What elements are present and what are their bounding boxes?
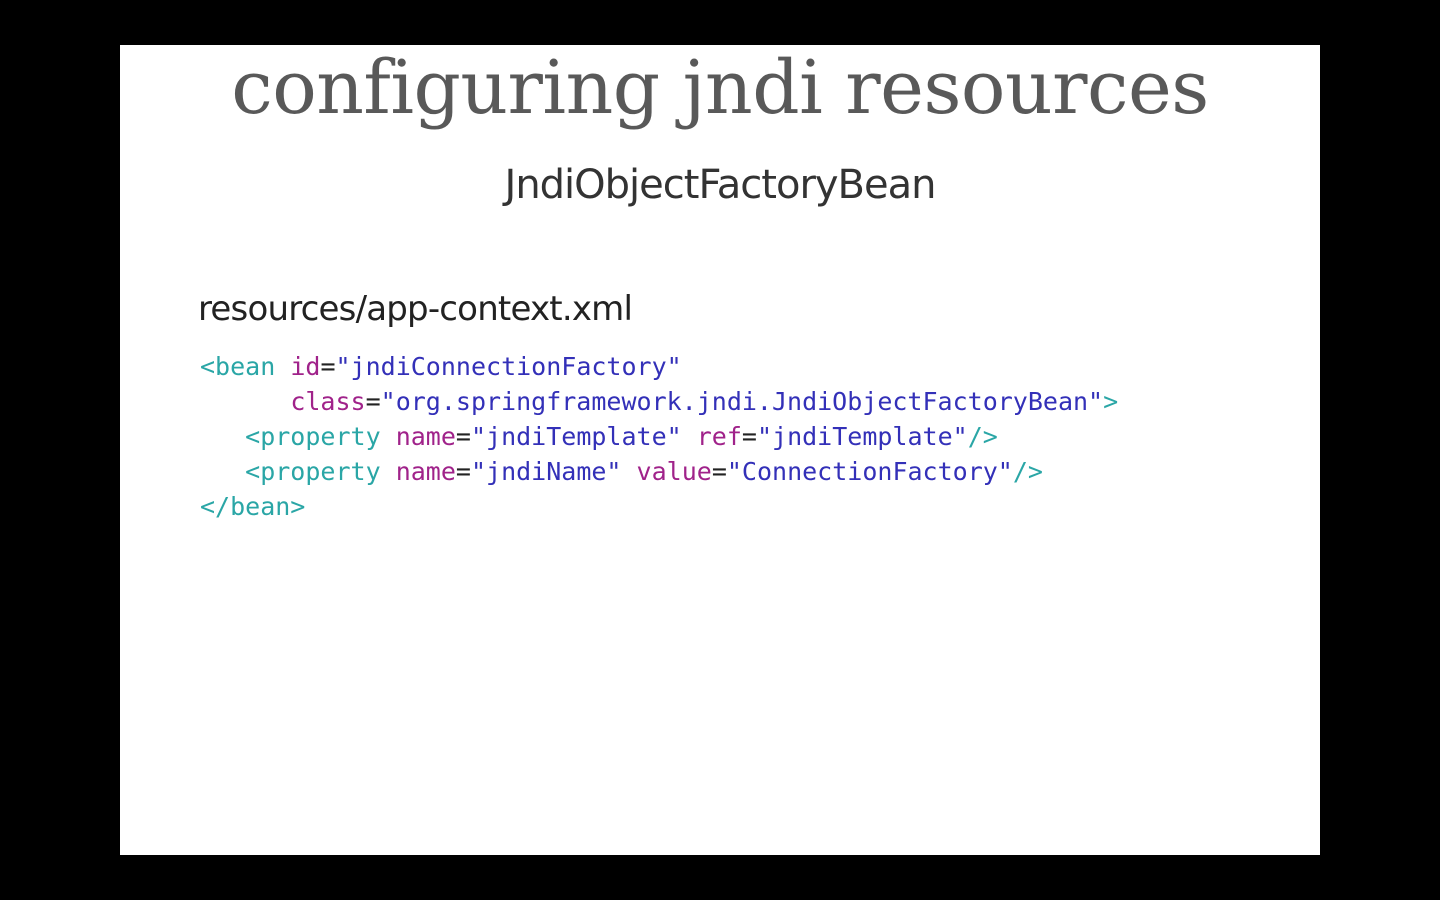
code-string: "ConnectionFactory" <box>726 457 1013 486</box>
code-line-2: class="org.springframework.jndi.JndiObje… <box>200 384 1118 419</box>
code-line-5: </bean> <box>200 489 1118 524</box>
code-equals: = <box>320 352 336 381</box>
code-attribute: class <box>290 387 366 416</box>
code-line-4: <property name="jndiName" value="Connect… <box>200 454 1118 489</box>
code-attribute: value <box>636 457 712 486</box>
code-tag-open: <bean <box>200 352 276 381</box>
slide: configuring jndi resources JndiObjectFac… <box>120 45 1320 855</box>
code-equals: = <box>455 457 471 486</box>
code-equals: = <box>711 457 727 486</box>
code-tag-close: </bean> <box>200 492 306 521</box>
code-attribute: name <box>395 422 456 451</box>
code-tag-close: /> <box>967 422 998 451</box>
code-string: "jndiConnectionFactory" <box>335 352 682 381</box>
code-filename: resources/app-context.xml <box>198 289 633 329</box>
code-equals: = <box>455 422 471 451</box>
code-tag-open: <property <box>245 422 381 451</box>
code-attribute: ref <box>696 422 742 451</box>
code-tag-close: > <box>1103 387 1119 416</box>
code-tag-close: /> <box>1012 457 1043 486</box>
code-attribute: name <box>395 457 456 486</box>
slide-title: configuring jndi resources <box>231 45 1209 131</box>
code-equals: = <box>741 422 757 451</box>
code-string: "jndiName" <box>470 457 622 486</box>
code-attribute: id <box>290 352 321 381</box>
code-equals: = <box>365 387 381 416</box>
code-tag-open: <property <box>245 457 381 486</box>
code-line-3: <property name="jndiTemplate" ref="jndiT… <box>200 419 1118 454</box>
code-string: "org.springframework.jndi.JndiObjectFact… <box>380 387 1104 416</box>
code-string: "jndiTemplate" <box>756 422 968 451</box>
code-line-1: <bean id="jndiConnectionFactory" <box>200 349 1118 384</box>
code-string: "jndiTemplate" <box>470 422 682 451</box>
slide-subtitle: JndiObjectFactoryBean <box>504 162 937 208</box>
code-block: <bean id="jndiConnectionFactory" class="… <box>200 349 1118 524</box>
